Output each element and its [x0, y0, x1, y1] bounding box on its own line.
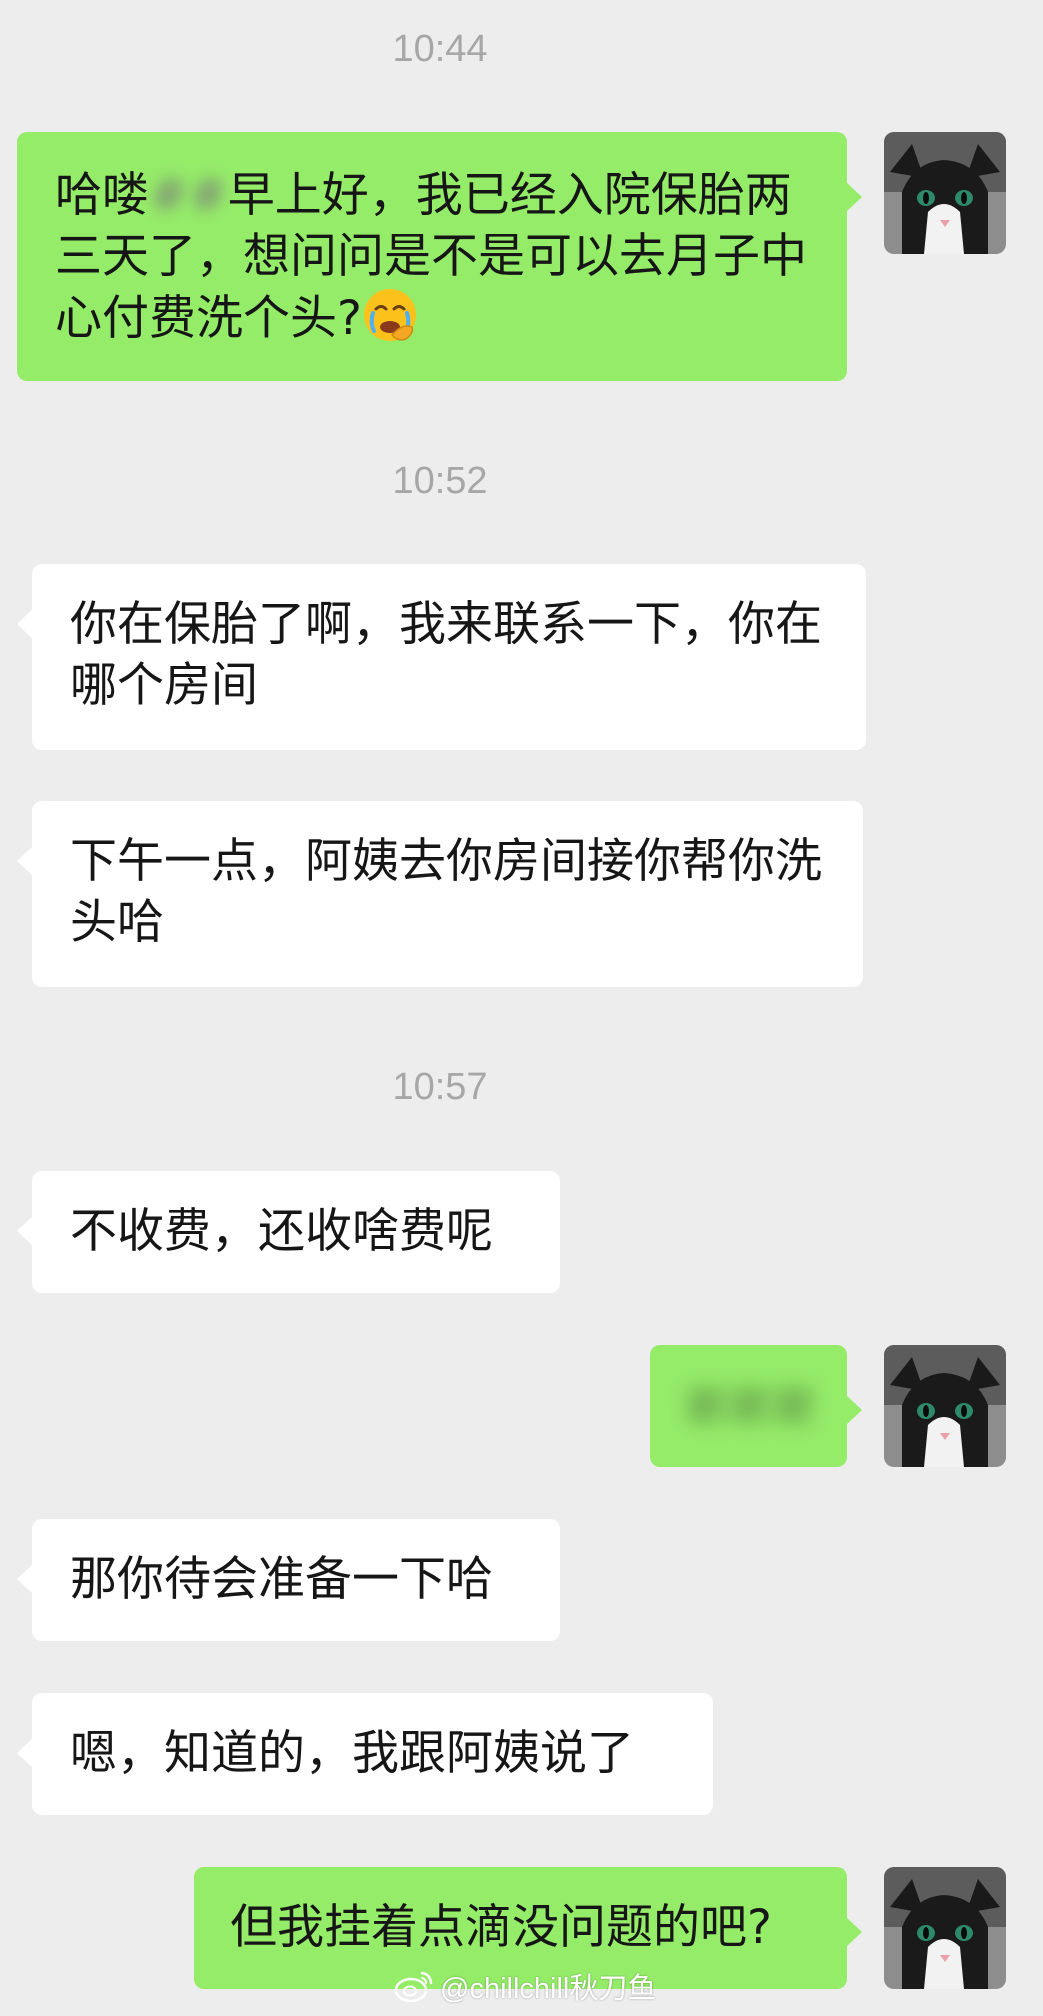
weibo-logo-icon [394, 1971, 433, 2003]
message-bubble-sent[interactable]: 谢谢谢 [650, 1345, 862, 1467]
avatar[interactable] [884, 1345, 1006, 1467]
timestamp: 10:44 [392, 28, 488, 70]
watermark-text: @chillchill秋刀鱼 [440, 1973, 657, 2005]
message-text: 不收费，还收啥费呢 [70, 1204, 493, 1259]
message-bubble-received[interactable]: 下午一点，阿姨去你房间接你帮你洗头哈 [17, 801, 863, 987]
redacted-text: 谢谢谢 [682, 1381, 815, 1432]
cat-avatar-icon [884, 1345, 1006, 1467]
message-bubble-received[interactable]: 嗯，知道的，我跟阿姨说了 [17, 1693, 713, 1815]
message-bubble-received[interactable]: 那你待会准备一下哈 [17, 1519, 560, 1641]
message-text: 嗯，知道的，我跟阿姨说了 [70, 1726, 634, 1781]
cat-avatar-icon [884, 132, 1006, 254]
message-bubble-received[interactable]: 你在保胎了啊，我来联系一下，你在哪个房间 [17, 564, 866, 750]
message-text: 哈喽 [55, 168, 149, 223]
watermark: @chillchill秋刀鱼 [394, 1966, 656, 2006]
redacted-name: ## [149, 168, 228, 223]
timestamp: 10:52 [392, 460, 488, 502]
message-bubble-sent[interactable]: 哈喽##早上好，我已经入院保胎两三天了，想问问是不是可以去月子中心付费洗个头? [17, 132, 862, 381]
message-bubble-received[interactable]: 不收费，还收啥费呢 [17, 1171, 560, 1293]
crying-face-emoji-icon [363, 289, 416, 341]
message-text: 那你待会准备一下哈 [70, 1552, 493, 1607]
avatar[interactable] [884, 132, 1006, 254]
avatar[interactable] [884, 1867, 1006, 1989]
message-text: 下午一点，阿姨去你房间接你帮你洗头哈 [70, 834, 822, 950]
message-text: 你在保胎了啊，我来联系一下，你在哪个房间 [70, 597, 822, 713]
timestamp: 10:57 [392, 1066, 488, 1108]
cat-avatar-icon [884, 1867, 1006, 1989]
message-text: 但我挂着点滴没问题的吧? [230, 1900, 772, 1955]
